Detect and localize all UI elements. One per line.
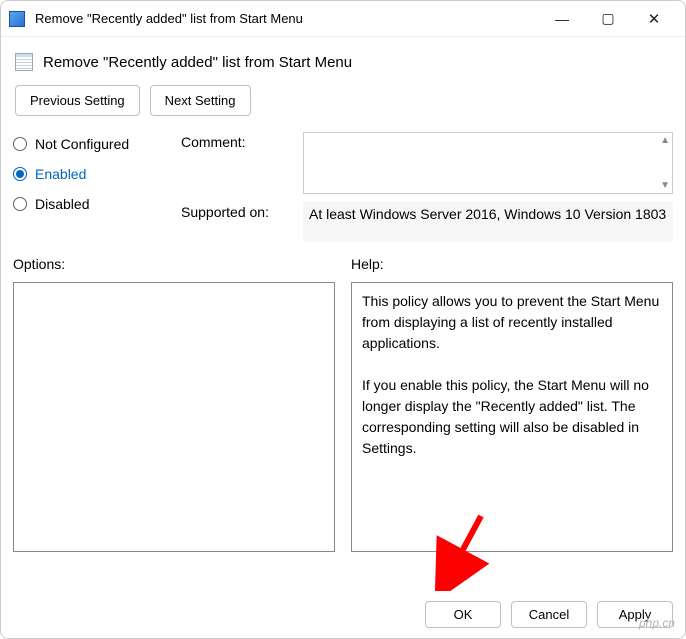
chevron-down-icon[interactable]: ▼ [660,180,670,191]
nav-buttons: Previous Setting Next Setting [13,83,673,118]
radio-not-configured[interactable]: Not Configured [13,136,163,152]
window-controls: — ▢ ✕ [539,1,677,37]
ok-button[interactable]: OK [425,601,501,628]
radio-dot-icon [13,197,27,211]
comment-row: Comment: ▲ ▼ [181,132,673,194]
state-and-fields: Not Configured Enabled Disabled Comment:… [13,132,673,242]
radio-label: Not Configured [35,136,129,152]
radio-label: Disabled [35,196,89,212]
help-column: Help: This policy allows you to prevent … [351,250,673,552]
radio-label: Enabled [35,166,86,182]
help-label: Help: [351,250,673,282]
close-button[interactable]: ✕ [631,1,677,37]
titlebar: Remove "Recently added" list from Start … [1,1,685,37]
next-setting-button[interactable]: Next Setting [150,85,251,116]
chevron-up-icon[interactable]: ▲ [660,135,670,146]
radio-enabled[interactable]: Enabled [13,166,163,182]
supported-row: Supported on: At least Windows Server 20… [181,202,673,242]
watermark: php.cn [639,616,675,630]
policy-icon [15,53,33,71]
dialog-footer: OK Cancel Apply [425,601,673,628]
radio-dot-icon [13,137,27,151]
radio-dot-icon [13,167,27,181]
options-label: Options: [13,250,335,282]
options-column: Options: [13,250,335,552]
supported-label: Supported on: [181,202,291,220]
options-box[interactable] [13,282,335,552]
cancel-button[interactable]: Cancel [511,601,587,628]
app-icon [9,11,25,27]
help-box: This policy allows you to prevent the St… [351,282,673,552]
fields-column: Comment: ▲ ▼ Supported on: At least Wind… [181,132,673,242]
comment-input[interactable]: ▲ ▼ [303,132,673,194]
window-title: Remove "Recently added" list from Start … [35,11,539,26]
content-area: Remove "Recently added" list from Start … [1,37,685,562]
state-radios: Not Configured Enabled Disabled [13,132,163,212]
lower-panels: Options: Help: This policy allows you to… [13,250,673,552]
comment-label: Comment: [181,132,291,150]
supported-value: At least Windows Server 2016, Windows 10… [303,202,673,242]
policy-header: Remove "Recently added" list from Start … [13,47,673,83]
radio-disabled[interactable]: Disabled [13,196,163,212]
maximize-button[interactable]: ▢ [585,1,631,37]
policy-title: Remove "Recently added" list from Start … [43,54,352,71]
minimize-button[interactable]: — [539,1,585,37]
previous-setting-button[interactable]: Previous Setting [15,85,140,116]
